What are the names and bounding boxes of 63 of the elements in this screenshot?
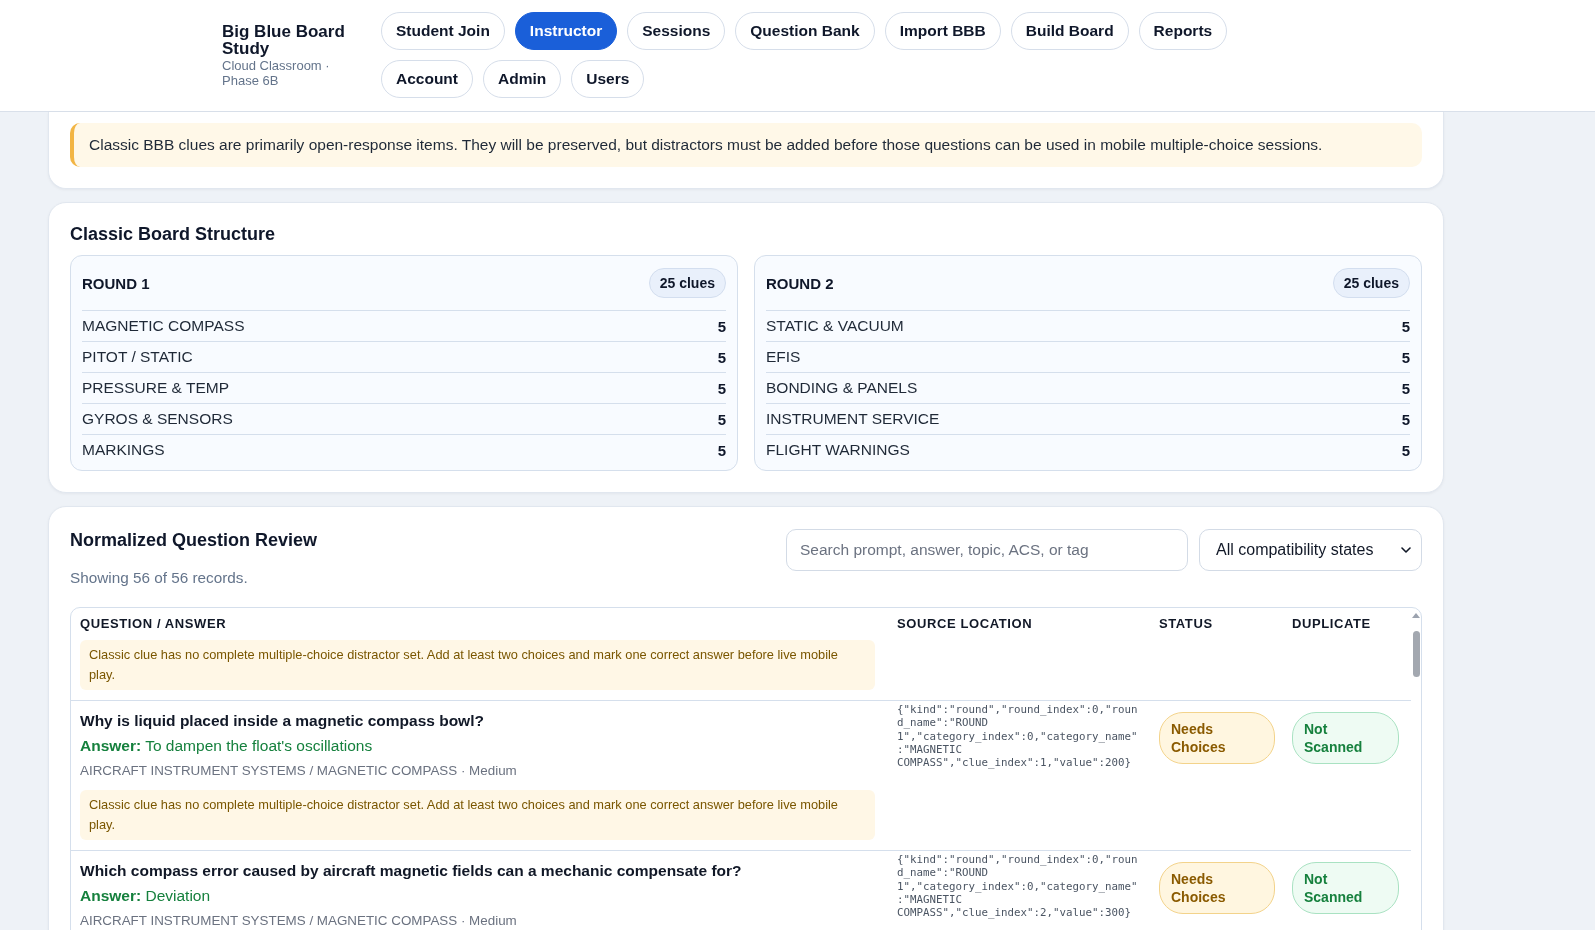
status-badge: Needs Choices	[1159, 712, 1275, 764]
round-title: ROUND 2	[766, 274, 834, 292]
nav-tab[interactable]: Question Bank	[735, 12, 875, 50]
nav-tab[interactable]: Reports	[1138, 12, 1228, 50]
record-count: Showing 56 of 56 records.	[70, 568, 249, 588]
category-name: STATIC & VACUUM	[766, 317, 904, 335]
clue-count-badge: 25 clues	[1332, 268, 1410, 298]
category-count: 5	[1401, 410, 1410, 428]
chevron-down-icon	[1401, 547, 1411, 553]
column-header: STATUS	[1158, 615, 1214, 633]
scrollbar-thumb[interactable]	[1412, 631, 1420, 677]
nav-tab[interactable]: Instructor	[514, 12, 618, 50]
category-name: MAGNETIC COMPASS	[82, 317, 245, 335]
nav-tab[interactable]: Users	[571, 60, 645, 98]
category-name: PITOT / STATIC	[82, 348, 193, 366]
category-count: 5	[1401, 348, 1410, 366]
category-name: INSTRUMENT SERVICE	[766, 410, 940, 428]
nav-tab[interactable]: Account	[381, 60, 473, 98]
nav-tab[interactable]: Import BBB	[884, 12, 1001, 50]
topic-text: AIRCRAFT INSTRUMENT SYSTEMS / MAGNETIC COMPASS · Medium	[80, 762, 518, 780]
category-name: MARKINGS	[82, 441, 165, 459]
filter-dropdown[interactable]: All compatibility states	[1199, 529, 1422, 571]
category-count: 5	[717, 410, 726, 428]
round-title: ROUND 1	[82, 274, 150, 292]
question-text: Why is liquid placed inside a magnetic compass bowl?	[80, 711, 485, 731]
category-name: GYROS & SENSORS	[82, 410, 233, 428]
question-text: Which compass error caused by aircraft magnetic fields can a mechanic compensate for?	[80, 861, 743, 881]
column-header: DUPLICATE	[1291, 615, 1372, 633]
clue-count-badge: 25 clues	[648, 268, 726, 298]
source-location: {"kind":"round","round_index":0,"round_name":"ROUND 1","category_index":0,"category_name":"MAGNETIC COMPASS","clue_index":2,"value":300}	[897, 853, 1138, 920]
section-title: Normalized Question Review	[70, 529, 318, 551]
category-name: PRESSURE & TEMP	[82, 379, 229, 397]
nav-tab[interactable]: Build Board	[1010, 12, 1129, 50]
category-name: EFIS	[766, 348, 801, 366]
app-subtitle: Cloud Classroom · Phase 6B	[222, 57, 331, 88]
nav-tab[interactable]: Student Join	[381, 12, 505, 50]
category-name: FLIGHT WARNINGS	[766, 441, 910, 459]
nav-tab[interactable]: Admin	[483, 60, 562, 98]
search-field[interactable]: Search prompt, answer, topic, ACS, or tag	[786, 529, 1188, 571]
category-count: 5	[717, 379, 726, 397]
category-name: BONDING & PANELS	[766, 379, 918, 397]
source-location: {"kind":"round","round_index":0,"round_name":"ROUND 1","category_index":0,"category_name":"MAGNETIC COMPASS","clue_index":1,"value":200}	[897, 703, 1138, 770]
category-count: 5	[717, 348, 726, 366]
scroll-up-arrow-icon[interactable]	[1412, 613, 1420, 618]
compatibility-notice: Classic BBB clues are primarily open-response items. They will be preserved, but distractors must be added before those questions can be used in mobile multiple-choice sessions.	[70, 123, 1422, 167]
duplicate-badge: Not Scanned	[1292, 712, 1399, 764]
column-header: SOURCE LOCATION	[896, 615, 1034, 633]
warning-note: Classic clue has no complete multiple-choice distractor set. Add at least two choices and mark one correct answer before live mobile play.	[80, 790, 875, 840]
warning-note: Classic clue has no complete multiple-choice distractor set. Add at least two choices and mark one correct answer before live mobile play.	[80, 640, 875, 690]
category-count: 5	[1401, 441, 1410, 459]
category-count: 5	[717, 441, 726, 459]
section-title: Classic Board Structure	[70, 223, 277, 245]
nav-tab[interactable]: Sessions	[627, 12, 726, 50]
topic-text: AIRCRAFT INSTRUMENT SYSTEMS / MAGNETIC COMPASS · Medium	[80, 912, 518, 930]
duplicate-badge: Not Scanned	[1292, 862, 1399, 914]
answer-text: Answer: To dampen the float's oscillations	[80, 736, 374, 756]
answer-text: Answer: Deviation	[80, 886, 212, 906]
column-header: QUESTION / ANSWER	[79, 615, 228, 633]
category-count: 5	[717, 317, 726, 335]
status-badge: Needs Choices	[1159, 862, 1275, 914]
category-count: 5	[1401, 379, 1410, 397]
app-title: Big Blue Board Study	[222, 22, 346, 57]
category-count: 5	[1401, 317, 1410, 335]
